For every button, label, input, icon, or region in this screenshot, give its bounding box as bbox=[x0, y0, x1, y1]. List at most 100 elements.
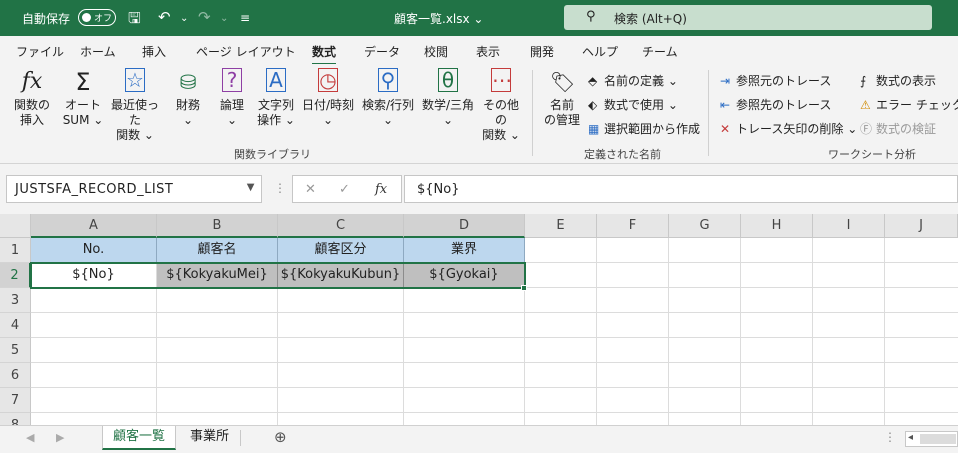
column-header-i[interactable]: I bbox=[813, 214, 885, 238]
show-formulas-label: 数式の表示 bbox=[876, 74, 937, 88]
column-header-a[interactable]: A bbox=[31, 214, 157, 238]
row-header-5[interactable]: 5 bbox=[0, 338, 31, 363]
cancel-icon[interactable]: ✕ bbox=[305, 182, 316, 197]
row-header-1[interactable]: 1 bbox=[0, 238, 31, 263]
column-header-h[interactable]: H bbox=[741, 214, 813, 238]
tab-developer[interactable]: 開発 bbox=[530, 43, 554, 60]
formula-tag-icon: ⬖ bbox=[588, 98, 598, 112]
horizontal-scrollbar[interactable]: ◂ bbox=[905, 431, 958, 447]
error-checking-button[interactable]: ⚠ エラー チェック ⌄ bbox=[860, 96, 958, 113]
scrollbar-left-icon[interactable]: ◂ bbox=[908, 432, 913, 443]
column-header-j[interactable]: J bbox=[885, 214, 958, 238]
tab-formulas[interactable]: 数式 bbox=[312, 43, 337, 66]
undo-icon[interactable]: ↶ bbox=[158, 8, 171, 26]
search-placeholder: 検索 (Alt+Q) bbox=[614, 12, 687, 26]
use-in-formula-button[interactable]: ⬖ 数式で使用 ⌄ bbox=[588, 96, 678, 113]
row-header-2[interactable]: 2 bbox=[0, 263, 31, 288]
insert-function-line1: 関数の bbox=[13, 98, 50, 112]
autosum-line2: SUM ⌄ bbox=[62, 113, 104, 127]
tab-review[interactable]: 校閲 bbox=[424, 43, 448, 60]
lookup-line2: ⌄ bbox=[382, 113, 394, 127]
name-box-dropdown-icon[interactable]: ▼ bbox=[247, 182, 255, 193]
file-name[interactable]: 顧客一覧.xlsx ⌄ bbox=[394, 10, 483, 27]
enter-icon[interactable]: ✓ bbox=[339, 182, 350, 197]
autosum-button[interactable]: Σ オート SUM ⌄ bbox=[60, 68, 106, 128]
column-header-e[interactable]: E bbox=[525, 214, 597, 238]
column-header-d[interactable]: D bbox=[404, 214, 525, 238]
name-manager-button[interactable]: 🏷 名前 の管理 bbox=[540, 68, 584, 128]
save-icon[interactable]: 🖫 bbox=[128, 8, 141, 33]
sheet-tab-offices[interactable]: 事業所 bbox=[180, 426, 239, 450]
show-formulas-button[interactable]: ⨍ 数式の表示 bbox=[860, 72, 936, 89]
tab-help[interactable]: ヘルプ bbox=[582, 43, 618, 60]
date-time-line2: ⌄ bbox=[322, 113, 334, 127]
name-box[interactable]: JUSTSFA_RECORD_LIST ▼ bbox=[6, 175, 262, 203]
lookup-line1: 検索/行列 bbox=[361, 98, 415, 112]
lookup-reference-button[interactable]: ⚲ 検索/行列 ⌄ bbox=[358, 68, 418, 128]
recently-used-line2: 関数 ⌄ bbox=[116, 128, 154, 142]
remove-arrows-button[interactable]: ✕ トレース矢印の削除 ⌄ bbox=[720, 120, 857, 137]
date-time-button[interactable]: ◷ 日付/時刻 ⌄ bbox=[298, 68, 358, 128]
column-header-f[interactable]: F bbox=[597, 214, 669, 238]
autosave-toggle[interactable]: オフ bbox=[78, 9, 116, 26]
logical-button[interactable]: ? 論理 ⌄ bbox=[214, 68, 250, 128]
evaluate-formula-label: 数式の検証 bbox=[876, 122, 937, 136]
tab-insert[interactable]: 挿入 bbox=[142, 43, 166, 60]
logical-line2: ⌄ bbox=[226, 113, 238, 127]
fill-handle[interactable] bbox=[521, 285, 527, 291]
scrollbar-thumb[interactable] bbox=[920, 434, 956, 444]
insert-function-icon[interactable]: fx bbox=[375, 182, 387, 197]
tab-data[interactable]: データ bbox=[364, 43, 400, 60]
cell-a1[interactable]: No. bbox=[31, 238, 157, 263]
trace-dependents-button[interactable]: ⇤ 参照先のトレース bbox=[720, 96, 831, 113]
defined-names-label: 定義された名前 bbox=[584, 148, 661, 161]
text-button[interactable]: A 文字列 操作 ⌄ bbox=[254, 68, 298, 128]
evaluate-formula-button[interactable]: Ⓕ 数式の検証 bbox=[860, 120, 936, 137]
autosum-line1: オート bbox=[64, 98, 101, 112]
more-functions-button[interactable]: ⋯ その他の 関数 ⌄ bbox=[478, 68, 524, 143]
column-header-b[interactable]: B bbox=[157, 214, 278, 238]
financial-line2: ⌄ bbox=[182, 113, 194, 127]
trace-precedents-button[interactable]: ⇥ 参照元のトレース bbox=[720, 72, 831, 89]
sheet-tab-bar: ◀ ▶ 顧客一覧 事業所 ⊕ ⋮ ◂ bbox=[0, 425, 958, 453]
row-header-4[interactable]: 4 bbox=[0, 313, 31, 338]
row-header-7[interactable]: 7 bbox=[0, 388, 31, 413]
formula-input[interactable]: ${No} bbox=[404, 175, 958, 203]
add-sheet-icon[interactable]: ⊕ bbox=[274, 428, 287, 446]
tab-page-layout[interactable]: ページ レイアウト bbox=[196, 43, 296, 60]
formula-value: ${No} bbox=[417, 182, 460, 197]
scroll-right-icon[interactable]: ▶ bbox=[56, 431, 64, 444]
function-library-label: 関数ライブラリ bbox=[234, 148, 311, 161]
undo-dropdown-icon[interactable]: ⌄ bbox=[180, 13, 188, 24]
search-box[interactable]: ⚲ 検索 (Alt+Q) bbox=[564, 5, 932, 30]
tab-home[interactable]: ホーム bbox=[80, 43, 116, 60]
splitter-icon[interactable]: ⋮ bbox=[884, 430, 896, 444]
redo-dropdown-icon[interactable]: ⌄ bbox=[220, 13, 228, 24]
create-from-selection-button[interactable]: ▦ 選択範囲から作成 bbox=[588, 120, 700, 137]
redo-icon[interactable]: ↷ bbox=[198, 8, 211, 26]
financial-button[interactable]: ⛁ 財務 ⌄ bbox=[170, 68, 206, 128]
file-name-text: 顧客一覧.xlsx bbox=[394, 12, 470, 26]
warning-icon: ⚠ bbox=[860, 98, 871, 112]
math-trig-button[interactable]: θ 数学/三角 ⌄ bbox=[418, 68, 478, 128]
row-header-8[interactable]: 8 bbox=[0, 413, 31, 425]
tab-file[interactable]: ファイル bbox=[16, 43, 64, 60]
cell-c1[interactable]: 顧客区分 bbox=[278, 238, 404, 263]
more-functions-icon: ⋯ bbox=[491, 68, 512, 92]
tab-view[interactable]: 表示 bbox=[476, 43, 500, 60]
column-header-c[interactable]: C bbox=[278, 214, 404, 238]
select-all-corner[interactable] bbox=[0, 214, 31, 238]
column-header-g[interactable]: G bbox=[669, 214, 741, 238]
customize-qat-icon[interactable]: ≡ bbox=[240, 11, 250, 25]
scroll-left-icon[interactable]: ◀ bbox=[26, 431, 34, 444]
define-name-button[interactable]: ⬘ 名前の定義 ⌄ bbox=[588, 72, 678, 89]
recently-used-button[interactable]: ☆ 最近使った 関数 ⌄ bbox=[106, 68, 164, 143]
cell-d1[interactable]: 業界 bbox=[404, 238, 525, 263]
tab-team[interactable]: チーム bbox=[642, 43, 678, 60]
sheet-tab-customers[interactable]: 顧客一覧 bbox=[102, 426, 177, 450]
cell-b1[interactable]: 顧客名 bbox=[157, 238, 278, 263]
insert-function-button[interactable]: fx 関数の 挿入 bbox=[10, 68, 54, 128]
row-header-3[interactable]: 3 bbox=[0, 288, 31, 313]
row-header-6[interactable]: 6 bbox=[0, 363, 31, 388]
worksheet-grid: A B C D E F G H I J 1 2 3 4 5 6 7 8 No. … bbox=[0, 214, 958, 425]
